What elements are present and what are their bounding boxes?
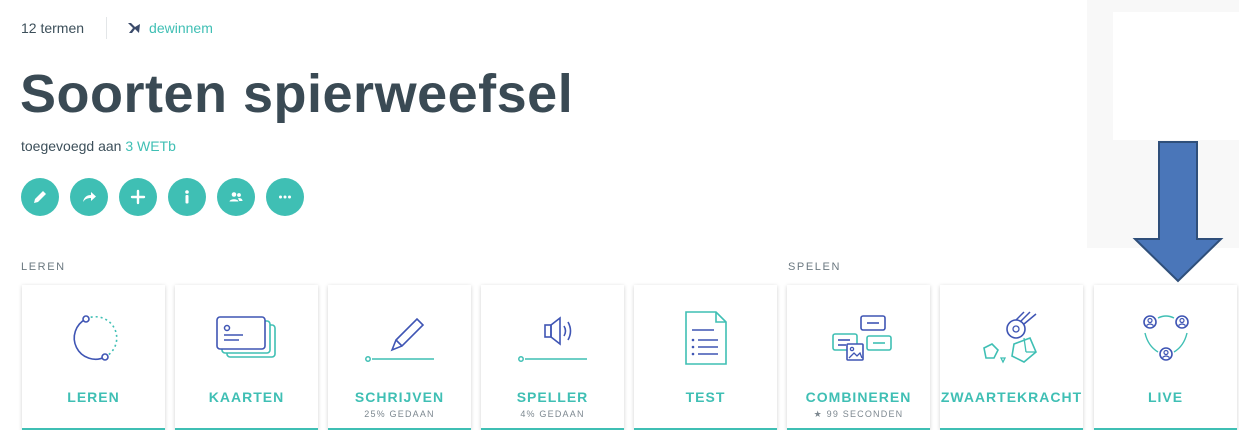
added-to: toegevoegd aan 3 WETb: [21, 138, 176, 154]
more-icon: [279, 195, 291, 199]
mode-card-schrijven[interactable]: SCHRIJVEN 25% GEDAAN: [328, 285, 471, 430]
user-link[interactable]: dewinnem: [127, 20, 213, 36]
mode-label: KAARTEN: [208, 389, 285, 405]
mode-label: SCHRIJVEN: [354, 389, 445, 405]
mode-label: COMBINEREN: [805, 389, 912, 405]
share-icon: [83, 192, 96, 202]
section-label-play: SPELEN: [788, 261, 842, 273]
pencil-icon: [34, 191, 46, 203]
plus-icon: [130, 189, 146, 205]
action-bar: [21, 178, 304, 216]
mode-best-time: ★ 99 SECONDEN: [813, 409, 904, 419]
more-button[interactable]: [266, 178, 304, 216]
side-panel-inner: [1113, 12, 1239, 140]
add-button[interactable]: [119, 178, 157, 216]
mode-label: TEST: [685, 389, 726, 405]
added-to-label: toegevoegd aan: [21, 138, 122, 154]
set-meta: 12 termen dewinnem: [21, 16, 213, 40]
live-icon: [1142, 315, 1189, 361]
people-icon: [229, 192, 243, 202]
mode-progress: 4% GEDAAN: [520, 409, 585, 419]
mode-card-zwaartekracht[interactable]: ZWAARTEKRACHT: [940, 285, 1083, 430]
test-icon: [684, 311, 727, 365]
speaker-icon: [517, 316, 587, 362]
annotation-arrow-icon: [1132, 141, 1224, 283]
mode-card-kaarten[interactable]: KAARTEN: [175, 285, 318, 430]
mode-label: ZWAARTEKRACHT: [940, 389, 1083, 405]
class-link[interactable]: 3 WETb: [125, 138, 176, 154]
user-avatar-icon: [128, 23, 141, 33]
mode-card-speller[interactable]: SPELLER 4% GEDAAN: [481, 285, 624, 430]
share-button[interactable]: [70, 178, 108, 216]
page-title: Soorten spierweefsel: [20, 64, 574, 124]
mode-progress: 25% GEDAAN: [364, 409, 435, 419]
mode-card-live[interactable]: LIVE: [1094, 285, 1237, 430]
edit-button[interactable]: [21, 178, 59, 216]
term-count: 12 termen: [21, 20, 85, 36]
info-icon: [185, 190, 189, 204]
mode-label: LIVE: [1147, 389, 1184, 405]
collaborators-button[interactable]: [217, 178, 255, 216]
mode-card-leren[interactable]: LEREN: [22, 285, 165, 430]
mode-card-combineren[interactable]: COMBINEREN ★ 99 SECONDEN: [787, 285, 930, 430]
mode-label: LEREN: [67, 389, 120, 405]
meta-divider: [106, 17, 108, 39]
mode-card-test[interactable]: TEST: [634, 285, 777, 430]
write-icon: [364, 317, 434, 362]
section-label-study: LEREN: [21, 261, 66, 273]
match-icon: [831, 315, 892, 361]
mode-label: SPELLER: [516, 389, 589, 405]
learn-icon: [72, 315, 118, 361]
gravity-icon: [982, 311, 1037, 364]
info-button[interactable]: [168, 178, 206, 216]
flashcards-icon: [215, 316, 276, 358]
username: dewinnem: [149, 20, 213, 36]
